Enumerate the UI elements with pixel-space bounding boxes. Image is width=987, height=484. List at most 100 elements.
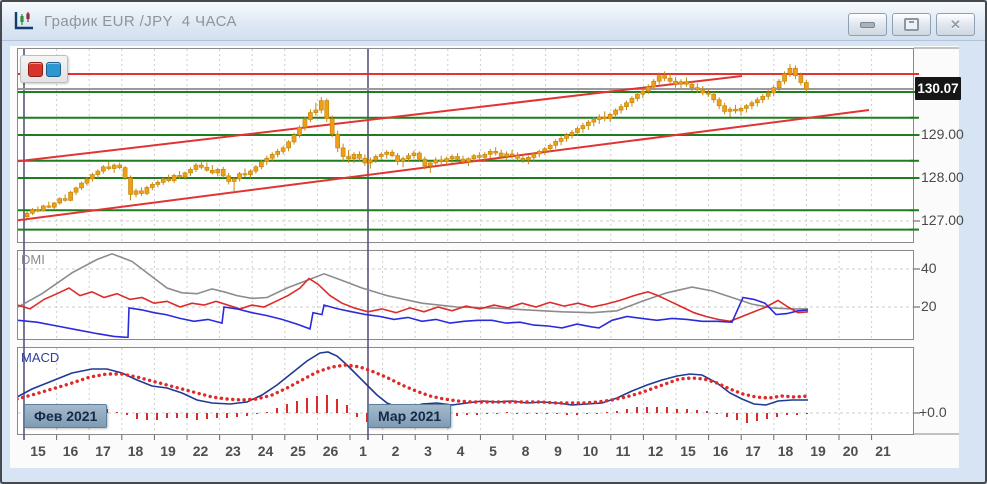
price-plot[interactable]	[12, 74, 914, 230]
day-label: 18	[128, 443, 144, 459]
mini-toolbar	[20, 55, 68, 83]
macd-histogram-bar	[216, 413, 218, 418]
macd-histogram-bar	[146, 413, 148, 420]
macd-histogram-bar	[496, 413, 498, 414]
macd-histogram-bar	[656, 407, 658, 413]
macd-histogram-bar	[266, 412, 268, 413]
day-label: 17	[95, 443, 111, 459]
macd-histogram-bar	[546, 413, 548, 414]
macd-histogram-bar	[636, 407, 638, 413]
dmi-line-plusminus-di	[18, 279, 808, 322]
macd-histogram-bar	[256, 413, 258, 414]
macd-histogram-bar	[116, 412, 118, 413]
day-label: 25	[290, 443, 306, 459]
macd-histogram-bar	[326, 395, 328, 413]
macd-histogram-bar	[556, 413, 558, 414]
day-label: 8	[522, 443, 530, 459]
macd-histogram-bar	[476, 413, 478, 415]
macd-histogram-bar	[706, 411, 708, 413]
day-label: 2	[392, 443, 400, 459]
macd-histogram-bar	[336, 399, 338, 413]
chart-window: График EUR /JPY 4 ЧАСА ✕ 130.07 129.00 1…	[0, 0, 987, 484]
price-axis-label: 127.00	[921, 212, 965, 228]
dmi-plot[interactable]	[18, 254, 808, 338]
macd-histogram-bar	[346, 405, 348, 413]
macd-histogram-bar	[736, 413, 738, 420]
macd-histogram-bar	[126, 413, 128, 415]
macd-histogram-bar	[506, 412, 508, 413]
macd-histogram-bar	[356, 413, 358, 417]
day-label: 10	[583, 443, 599, 459]
macd-histogram-bar	[226, 413, 228, 418]
macd-histogram-bar	[296, 401, 298, 413]
trend-channel-line	[12, 110, 869, 221]
day-label: 22	[193, 443, 209, 459]
price-axis-ticks	[910, 74, 920, 413]
macd-histogram-bar	[716, 413, 718, 414]
macd-histogram-bar	[786, 413, 788, 415]
day-label: 3	[424, 443, 432, 459]
current-price-label: 130.07	[915, 77, 961, 100]
macd-histogram-bar	[646, 407, 648, 413]
macd-histogram-bar	[486, 413, 488, 414]
macd-histogram-bar	[686, 409, 688, 413]
macd-histogram-bar	[726, 413, 728, 417]
macd-histogram-bar	[536, 413, 538, 414]
day-label: 16	[713, 443, 729, 459]
macd-histogram-bar	[316, 396, 318, 413]
day-label: 15	[30, 443, 46, 459]
macd-histogram-bar	[236, 413, 238, 417]
day-label: 21	[875, 443, 891, 459]
day-label: 16	[63, 443, 79, 459]
macd-histogram-bar	[206, 413, 208, 419]
dmi-axis-label: 40	[921, 260, 937, 276]
macd-histogram-bar	[586, 413, 588, 414]
macd-histogram-bar	[766, 413, 768, 419]
macd-histogram-bar	[516, 413, 518, 414]
macd-histogram-bar	[466, 413, 468, 415]
macd-indicator-title: MACD	[21, 350, 59, 365]
macd-signal-line	[17, 365, 808, 403]
day-label: 15	[680, 443, 696, 459]
blue-marker-button[interactable]	[46, 62, 61, 77]
macd-histogram-bar	[306, 398, 308, 413]
day-label: 23	[225, 443, 241, 459]
day-label: 18	[778, 443, 794, 459]
macd-axis-label: +0.0	[919, 404, 947, 420]
macd-histogram-bar	[626, 409, 628, 413]
macd-histogram-bar	[696, 410, 698, 413]
month-label-mar: Мар 2021	[368, 404, 451, 428]
red-marker-button[interactable]	[28, 62, 43, 77]
macd-histogram-bar	[676, 409, 678, 413]
macd-histogram-bar	[566, 413, 568, 415]
macd-histogram-bar	[196, 413, 198, 420]
day-label: 19	[810, 443, 826, 459]
macd-histogram-bar	[526, 413, 528, 414]
macd-histogram-bar	[806, 413, 808, 414]
dmi-axis-label: 20	[921, 298, 937, 314]
macd-histogram-bar	[606, 412, 608, 413]
price-axis-label: 128.00	[921, 169, 965, 185]
dmi-indicator-title: DMI	[21, 252, 45, 267]
day-label: 19	[160, 443, 176, 459]
macd-histogram-bar	[796, 413, 798, 415]
macd-histogram-bar	[746, 413, 748, 423]
day-label: 24	[258, 443, 274, 459]
chart-graphics	[2, 2, 987, 484]
macd-histogram-bar	[666, 407, 668, 413]
macd-histogram-bar	[776, 413, 778, 417]
price-axis-label: 129.00	[921, 126, 965, 142]
macd-histogram-bar	[286, 404, 288, 413]
day-label: 9	[554, 443, 562, 459]
macd-histogram-bar	[156, 413, 158, 420]
day-label: 4	[457, 443, 465, 459]
candlesticks[interactable]	[25, 64, 808, 219]
macd-histogram-bar	[756, 413, 758, 421]
day-label: 26	[323, 443, 339, 459]
month-label-feb: Фев 2021	[24, 404, 107, 428]
day-label: 5	[489, 443, 497, 459]
macd-histogram-bar	[136, 413, 138, 419]
day-label: 1	[359, 443, 367, 459]
macd-histogram-bar	[16, 411, 18, 413]
macd-histogram-bar	[616, 411, 618, 413]
